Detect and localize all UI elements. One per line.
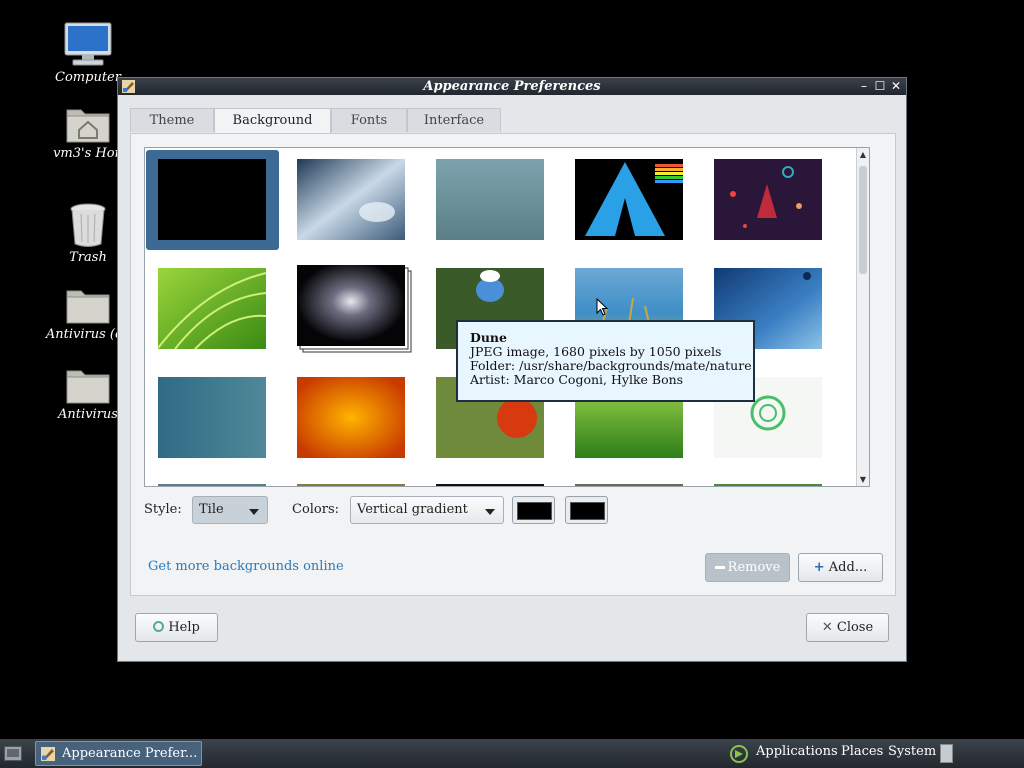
window-title: Appearance Preferences (423, 79, 601, 94)
tab-background[interactable]: Background (214, 108, 331, 134)
style-label: Style: (144, 502, 182, 517)
get-more-backgrounds-link[interactable]: Get more backgrounds online (148, 559, 344, 574)
tooltip-artist: Artist: Marco Cogoni, Hylke Bons (470, 372, 684, 387)
scroll-up-icon[interactable]: ▲ (857, 150, 869, 159)
minimize-icon[interactable]: – (858, 80, 870, 92)
tab-fonts[interactable]: Fonts (331, 108, 407, 132)
colors-select[interactable]: Vertical gradient (350, 496, 504, 524)
chevron-down-icon (249, 509, 259, 515)
taskbar-item-appearance[interactable]: Appearance Prefer... (35, 741, 202, 766)
taskbar-item-label: Appearance Prefer... (62, 746, 198, 761)
mouse-cursor-icon (596, 298, 608, 316)
close-window-icon[interactable]: ✕ (890, 80, 902, 92)
tooltip-image-info: JPEG image, 1680 pixels by 1050 pixels (470, 344, 722, 359)
system-menu[interactable]: System (888, 744, 936, 759)
home-folder-icon (66, 109, 110, 143)
folder-icon (66, 370, 110, 404)
add-button-label: Add... (828, 560, 868, 575)
primary-color-button[interactable] (512, 496, 555, 524)
style-select-value: Tile (199, 502, 224, 517)
remove-button-label: Remove (727, 560, 781, 575)
tooltip-folder: Folder: /usr/share/backgrounds/mate/natu… (470, 358, 752, 373)
appearance-app-icon (41, 747, 55, 761)
help-button[interactable]: Help (135, 613, 218, 642)
mate-logo-icon (730, 745, 748, 763)
secondary-color-swatch (570, 502, 605, 520)
chevron-down-icon (485, 509, 495, 515)
background-tooltip: Dune JPEG image, 1680 pixels by 1050 pix… (456, 320, 755, 402)
tab-interface[interactable]: Interface (407, 108, 501, 132)
scroll-down-icon[interactable]: ▼ (857, 475, 869, 484)
close-button-label: Close (836, 620, 874, 635)
help-icon (153, 621, 165, 632)
gallery-thumbnails (146, 150, 822, 486)
plus-icon: + (813, 560, 825, 575)
gallery-scrollbar[interactable]: ▲ ▼ (856, 148, 869, 486)
tab-theme[interactable]: Theme (130, 108, 214, 132)
taskbar: Appearance Prefer... Applications Places… (0, 739, 1024, 768)
computer-icon (64, 22, 112, 66)
secondary-color-button[interactable] (565, 496, 608, 524)
tooltip-title: Dune (470, 330, 507, 345)
background-gallery[interactable]: ▲ ▼ (144, 147, 870, 487)
workspace-switcher[interactable] (940, 744, 953, 763)
folder-icon (66, 290, 110, 324)
scrollbar-thumb[interactable] (859, 166, 867, 274)
add-button[interactable]: + Add... (798, 553, 883, 582)
help-button-label: Help (168, 620, 200, 635)
close-button[interactable]: ✕ Close (806, 613, 889, 642)
places-menu[interactable]: Places (841, 744, 883, 759)
close-icon: ✕ (821, 620, 833, 635)
desktop-icon-computer[interactable]: Computer (33, 22, 143, 85)
style-select[interactable]: Tile (192, 496, 268, 524)
show-desktop-icon[interactable] (4, 746, 22, 761)
remove-button[interactable]: Remove (705, 553, 790, 582)
window-titlebar[interactable]: Appearance Preferences – ☐ ✕ (118, 78, 906, 95)
colors-label: Colors: (292, 502, 340, 517)
colors-select-value: Vertical gradient (357, 502, 468, 517)
maximize-icon[interactable]: ☐ (874, 80, 886, 92)
primary-color-swatch (517, 502, 552, 520)
remove-icon (714, 566, 725, 569)
applications-menu[interactable]: Applications (756, 744, 838, 759)
trash-icon (70, 203, 106, 247)
